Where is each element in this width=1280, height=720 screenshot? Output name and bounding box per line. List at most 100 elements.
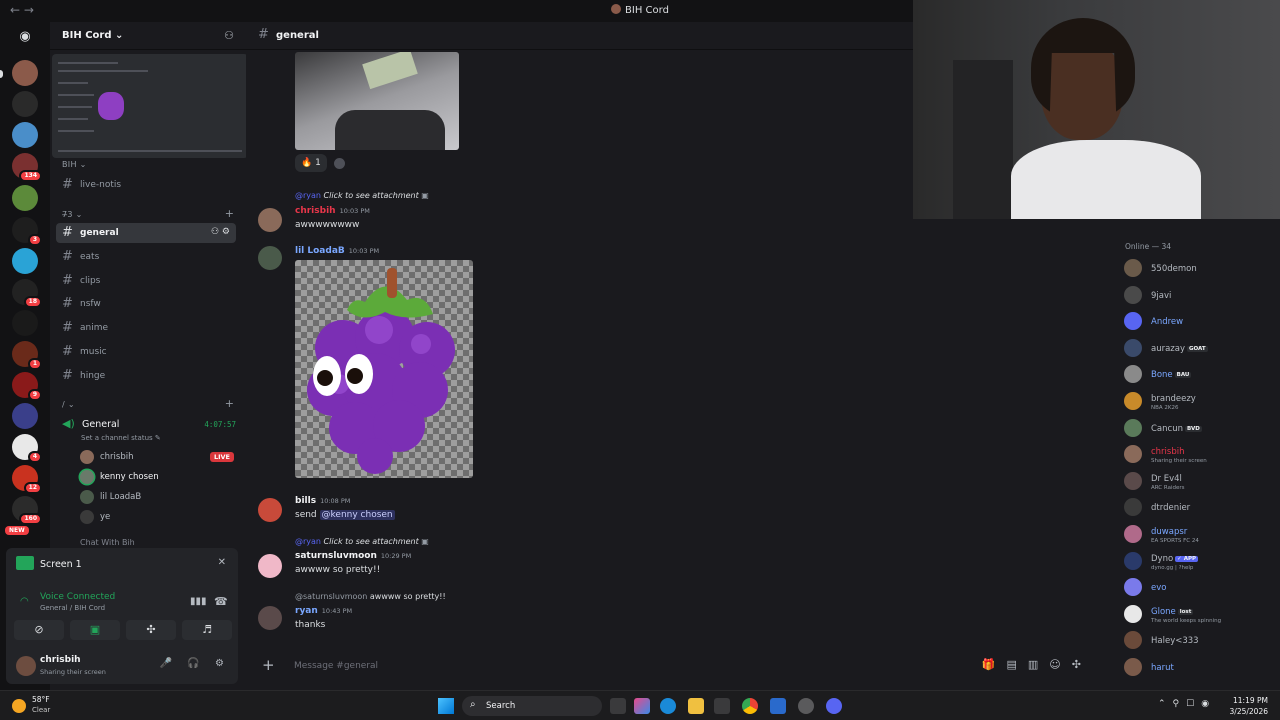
channel-general[interactable]: # general ⚇ ⚙ (56, 223, 236, 243)
store-icon[interactable] (714, 698, 730, 714)
camera-off-button[interactable]: ⊘ (14, 620, 64, 640)
category-bih[interactable]: BIH ⌄ (62, 160, 87, 169)
server-icon[interactable]: 4 (12, 434, 42, 463)
weather-moon-icon[interactable] (12, 699, 26, 713)
server-icon[interactable]: 18 (12, 279, 42, 308)
server-icon[interactable]: 9 (12, 372, 42, 401)
member-row[interactable]: Glone lost The world keeps spinning (1122, 603, 1278, 625)
server-icon[interactable] (12, 91, 38, 117)
server-icon[interactable] (12, 248, 38, 274)
member-row[interactable]: brandeezy NBA 2K26 (1122, 390, 1278, 412)
copilot-icon[interactable] (634, 698, 650, 714)
stop-stream-button[interactable]: ▣ (70, 620, 120, 640)
taskbar-search[interactable]: ⌕ Search (462, 696, 602, 716)
server-icon[interactable]: 160 (12, 496, 42, 525)
add-reaction-icon[interactable] (334, 158, 345, 169)
reply-reference[interactable]: @ryan Click to see attachment ▣ (295, 537, 429, 546)
avatar[interactable] (258, 246, 282, 270)
voice-user[interactable]: kenny chosen (80, 468, 240, 484)
channel-live-notis[interactable]: # live-notis (56, 175, 236, 195)
channel-hinge[interactable]: # hinge (56, 366, 236, 386)
discord-home-icon[interactable]: ◉ (12, 24, 38, 50)
message-author[interactable]: ryan 10:43 PM (295, 606, 352, 616)
channel-status[interactable]: Set a channel status ✎ (81, 434, 161, 442)
member-row[interactable]: dtrdenier (1122, 496, 1278, 518)
notepad-icon[interactable] (770, 698, 786, 714)
grape-sticker-image[interactable] (295, 260, 473, 478)
activities-button[interactable]: ✣ (126, 620, 176, 640)
message-author[interactable]: saturnsluvmoon 10:29 PM (295, 551, 411, 561)
avatar[interactable] (16, 656, 36, 676)
voice-user[interactable]: lil LoadaB (80, 488, 240, 504)
server-icon[interactable]: 134 (12, 153, 42, 182)
edge-icon[interactable] (660, 698, 676, 714)
windows-start-icon[interactable] (438, 698, 454, 714)
message-input[interactable] (294, 658, 894, 674)
member-row[interactable]: Andrew (1122, 310, 1278, 332)
channel-music[interactable]: # music (56, 342, 236, 362)
composer-tools[interactable]: 🎁▤▥☺✣ (982, 658, 1092, 671)
channel-eats[interactable]: # eats (56, 247, 236, 267)
category-73[interactable]: 7̶3 ⌄ (62, 210, 83, 219)
server-icon[interactable] (12, 403, 38, 429)
channel-nsfw[interactable]: # nsfw (56, 294, 236, 314)
server-icon[interactable] (12, 60, 38, 86)
server-name[interactable]: BIH Cord ⌄ (62, 30, 123, 41)
voice-user[interactable]: chrisbih LIVE (80, 448, 240, 464)
app-icon[interactable] (798, 698, 814, 714)
user-controls[interactable]: 🎤 🎧 ⚙ (160, 658, 230, 669)
channel-settings-icon[interactable]: ⚇ ⚙ (211, 227, 230, 237)
current-user-name[interactable]: chrisbih (40, 655, 81, 665)
avatar[interactable] (258, 208, 282, 232)
invite-people-icon[interactable]: ⚇ (224, 29, 234, 42)
member-row[interactable]: evo (1122, 576, 1278, 598)
server-icon[interactable] (12, 185, 38, 211)
member-row[interactable]: Bone BAU (1122, 363, 1278, 385)
message-author[interactable]: bills 10:08 PM (295, 496, 350, 506)
reaction-fire[interactable]: 🔥 1 (295, 154, 327, 172)
server-icon[interactable] (12, 122, 38, 148)
task-view-icon[interactable] (610, 698, 626, 714)
disconnect-icon[interactable]: ☎ (214, 595, 228, 608)
voice-connected-label[interactable]: Voice Connected (40, 592, 115, 602)
reply-reference[interactable]: @ryan Click to see attachment ▣ (295, 191, 429, 200)
server-icon[interactable]: 12 (12, 465, 42, 494)
category-slash[interactable]: / ⌄ (62, 400, 75, 409)
discord-taskbar-icon[interactable] (826, 698, 842, 714)
close-preview-icon[interactable]: ✕ (218, 557, 226, 568)
chrome-icon[interactable] (742, 698, 758, 714)
signal-icon[interactable]: ◠ (20, 596, 29, 607)
system-tray[interactable]: ⌃⚲☐◉ (1158, 699, 1216, 709)
weather-condition[interactable]: Clear (32, 706, 50, 714)
attachment-image[interactable] (295, 52, 459, 150)
soundboard-button[interactable]: ♬ (182, 620, 232, 640)
stream-preview[interactable] (52, 54, 248, 158)
server-icon[interactable]: 3 (12, 217, 42, 246)
member-row[interactable]: duwapsr EA SPORTS FC 24 (1122, 523, 1278, 545)
create-channel-icon[interactable]: + (225, 397, 234, 410)
message-author[interactable]: lil LoadaB 10:03 PM (295, 246, 379, 256)
voice-user[interactable]: ye (80, 508, 240, 524)
avatar[interactable] (258, 554, 282, 578)
member-row[interactable]: 9javi (1122, 284, 1278, 306)
noise-suppression-icon[interactable]: ▮▮▮ (190, 596, 207, 607)
channel-anime[interactable]: # anime (56, 318, 236, 338)
clock-date[interactable]: 3/25/2026 (1230, 707, 1268, 716)
voice-channel-general[interactable]: ◀) General 4:07:57 (56, 416, 236, 434)
member-row[interactable]: chrisbih Sharing their screen (1122, 443, 1278, 465)
server-header[interactable]: BIH Cord ⌄ ⚇ (50, 22, 246, 50)
member-row[interactable]: Dr Ev4l ARC Raiders (1122, 470, 1278, 492)
server-icon[interactable]: 1 (12, 341, 42, 370)
create-channel-icon[interactable]: + (225, 207, 234, 220)
member-row[interactable]: 550demon (1122, 257, 1278, 279)
member-row[interactable]: Dyno ✓ APP dyno.gg | ?help (1122, 550, 1278, 572)
weather-temp[interactable]: 58°F (32, 695, 50, 704)
attach-plus-icon[interactable]: + (262, 656, 275, 674)
avatar[interactable] (258, 606, 282, 630)
member-row[interactable]: harut (1122, 656, 1278, 678)
reply-reference[interactable]: @saturnsluvmoon awwww so pretty!! (295, 592, 446, 601)
clock-time[interactable]: 11:19 PM (1233, 696, 1268, 705)
member-row[interactable]: Haley<333 (1122, 629, 1278, 651)
voice-location[interactable]: General / BIH Cord (40, 604, 105, 612)
file-explorer-icon[interactable] (688, 698, 704, 714)
